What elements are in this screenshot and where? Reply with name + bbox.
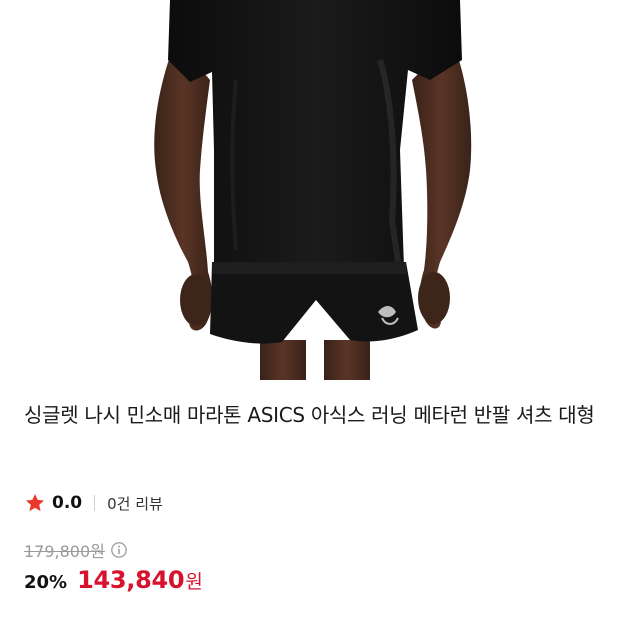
product-title: 싱글렛 나시 민소매 마라톤 ASICS 아식스 러닝 메타런 반팔 셔츠 대형 (24, 403, 595, 427)
discount-rate: 20% (24, 572, 68, 593)
sale-price-row: 20% 143,840 원 (24, 566, 203, 602)
sale-price-unit: 원 (185, 571, 203, 593)
rating-row[interactable]: 0.0 0건 리뷰 (24, 490, 163, 516)
product-image[interactable] (0, 0, 620, 380)
rating-value: 0.0 (52, 493, 83, 513)
rating-divider (94, 495, 96, 511)
review-count-link[interactable]: 0건 리뷰 (107, 493, 163, 514)
product-detail-page: 싱글렛 나시 민소매 마라톤 ASICS 아식스 러닝 메타런 반팔 셔츠 대형… (0, 0, 620, 620)
product-photo (154, 0, 472, 380)
info-circle-icon[interactable] (110, 541, 128, 559)
star-icon (24, 492, 46, 514)
sale-price: 143,840 (77, 566, 185, 594)
original-price-row: 179,800원 (24, 538, 128, 562)
original-price: 179,800원 (24, 542, 105, 561)
